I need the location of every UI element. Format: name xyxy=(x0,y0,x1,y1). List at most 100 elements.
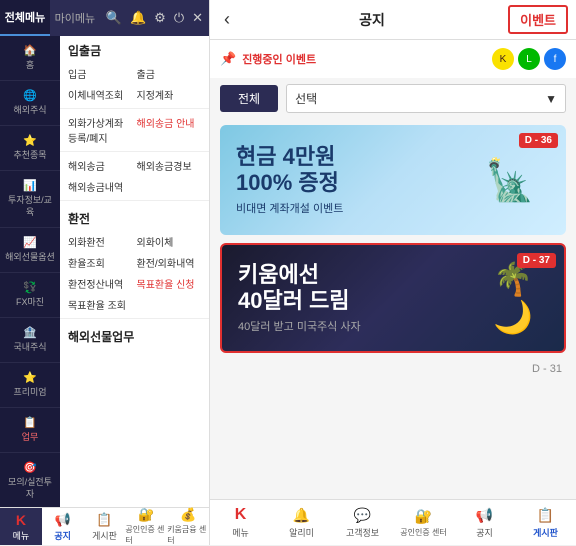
right-cert-icon: 🔐 xyxy=(415,508,432,525)
menu-row-exchange-rate: 환율조회 환전/외화내역 xyxy=(60,252,209,273)
left-nav-cert-label: 공인인증 센터 xyxy=(125,524,167,546)
left-sidebar: 🏠홈 🌐해외주식 ⭐추천종목 📊투자정보/교육 📈해외선물옵션 💱FX마진 🏦국… xyxy=(0,36,60,507)
left-nav-finance-label: 키움금융 센터 xyxy=(167,524,209,546)
search-icon[interactable]: 🔍 xyxy=(106,10,122,26)
menu-row-transfer-history: 이체내역조회 지정계좌 xyxy=(60,84,209,105)
menu-exchange-history[interactable]: 환전/외화내역 xyxy=(137,255,202,270)
menu-overseas-remit[interactable]: 해외송금 xyxy=(68,158,133,173)
sidebar-item-premium[interactable]: ⭐프리미엄 xyxy=(0,363,60,408)
menu-designated-account[interactable]: 지정계좌 xyxy=(137,87,202,102)
left-nav-notice-label: 공지 xyxy=(54,529,71,542)
menu-foreign-exchange[interactable]: 외화환전 xyxy=(68,234,133,249)
customer-icon: 💬 xyxy=(354,507,371,524)
menu-row-deposit: 입금 출금 xyxy=(60,63,209,84)
kakao-icon[interactable]: K xyxy=(492,48,514,70)
right-nav-customer[interactable]: 💬 고객정보 xyxy=(332,500,393,545)
filter-select[interactable]: 선택 ▼ xyxy=(286,84,566,113)
event-card-1-text: 현금 4만원100% 증정 비대면 계좌개설 이벤트 xyxy=(236,144,470,217)
left-nav-finance[interactable]: 💰 키움금융 센터 xyxy=(167,508,209,545)
left-nav-board-label: 게시판 xyxy=(92,529,117,542)
left-nav-menu-label: 메뉴 xyxy=(13,529,30,542)
left-nav-cert[interactable]: 🔐 공인인증 센터 xyxy=(125,508,167,545)
menu-withdraw[interactable]: 출금 xyxy=(137,66,202,81)
right-bottom-nav: K 메뉴 🔔 알리미 💬 고객정보 🔐 공인인증 센터 📢 공지 📋 게시판 xyxy=(210,499,576,545)
top-tabs: 전체메뉴 마이메뉴 🔍 🔔 ⚙ ⏻ ✕ xyxy=(0,0,209,36)
section-overseas-futures-biz: 해외선물업무 xyxy=(60,322,209,349)
left-nav-menu[interactable]: K 메뉴 xyxy=(0,508,42,545)
event-bookmark-icon: 📌 xyxy=(220,51,236,67)
right-nav-customer-label: 고객정보 xyxy=(346,526,379,539)
settings-icon[interactable]: ⚙ xyxy=(154,10,166,26)
sidebar-item-fx[interactable]: 💱FX마진 xyxy=(0,273,60,318)
event-button[interactable]: 이벤트 xyxy=(508,5,568,34)
left-nav-notice[interactable]: 📢 공지 xyxy=(42,508,84,545)
right-notice-icon: 📢 xyxy=(476,507,493,524)
social-icons-group: K L f xyxy=(492,48,566,70)
right-nav-cert[interactable]: 🔐 공인인증 센터 xyxy=(393,500,454,545)
menu-target-rate-check[interactable]: 목표환율 조회 xyxy=(68,297,201,312)
right-panel: ‹ 공지 이벤트 📌 진행중인 이벤트 K L f 전체 선택 ▼ 현금 4만원… xyxy=(210,0,576,545)
chevron-down-icon: ▼ xyxy=(545,92,557,106)
back-button[interactable]: ‹ xyxy=(218,9,236,30)
filter-all-button[interactable]: 전체 xyxy=(220,85,278,112)
menu-row-exchange-settle: 환전정산내역 목표환율 신청 xyxy=(60,273,209,294)
event-card-2-text: 키움에선40달러 드림 40달러 받고 미국주식 사자 xyxy=(238,262,478,335)
right-nav-board[interactable]: 📋 게시판 xyxy=(515,500,576,545)
menu-overseas-remit-history[interactable]: 해외송금내역 xyxy=(68,179,201,194)
sidebar-item-overseas-futures[interactable]: 📈해외선물옵션 xyxy=(0,228,60,273)
tab-my-menu[interactable]: 마이메뉴 xyxy=(50,0,100,36)
facebook-icon[interactable]: f xyxy=(544,48,566,70)
line-icon[interactable]: L xyxy=(518,48,540,70)
menu-row-overseas-remit: 해외송금 해외송금경보 xyxy=(60,155,209,176)
event-card-2-sub-text: 40달러 받고 미국주식 사자 xyxy=(238,318,478,334)
menu-foreign-virtual[interactable]: 외화가상계좌 등록/폐지 xyxy=(68,115,133,145)
right-nav-notice[interactable]: 📢 공지 xyxy=(454,500,515,545)
menu-row-foreign-exchange: 외화환전 외화이체 xyxy=(60,231,209,252)
event-card-2[interactable]: 키움에선40달러 드림 40달러 받고 미국주식 사자 🌴🌙 D - 37 xyxy=(220,243,566,353)
sidebar-item-overseas-stock[interactable]: 🌐해외주식 xyxy=(0,81,60,126)
left-nav-board[interactable]: 📋 게시판 xyxy=(84,508,126,545)
close-icon[interactable]: ✕ xyxy=(192,10,203,26)
d-31-label: D - 31 xyxy=(220,361,566,377)
event-card-1-d-badge: D - 36 xyxy=(519,133,558,148)
section-deposit-withdraw: 입출금 xyxy=(60,36,209,63)
sidebar-item-home[interactable]: 🏠홈 xyxy=(0,36,60,81)
right-board-icon: 📋 xyxy=(537,507,554,524)
event-section-label: 진행중인 이벤트 xyxy=(242,51,316,67)
sidebar-item-business[interactable]: 📋업무 xyxy=(0,408,60,453)
filter-row: 전체 선택 ▼ xyxy=(210,78,576,119)
tab-all-menu[interactable]: 전체메뉴 xyxy=(0,0,50,36)
menu-overseas-remit-guide[interactable]: 해외송금 안내 xyxy=(137,115,202,145)
menu-deposit[interactable]: 입금 xyxy=(68,66,133,81)
right-top-bar: ‹ 공지 이벤트 xyxy=(210,0,576,40)
sidebar-item-investment-info[interactable]: 📊투자정보/교육 xyxy=(0,171,60,228)
menu-exchange-settle[interactable]: 환전정산내역 xyxy=(68,276,133,291)
right-nav-menu[interactable]: K 메뉴 xyxy=(210,500,271,545)
event-card-2-d-badge: D - 37 xyxy=(517,253,556,268)
menu-exchange-rate[interactable]: 환율조회 xyxy=(68,255,133,270)
menu-transfer-history[interactable]: 이체내역조회 xyxy=(68,87,133,102)
left-nav: 🏠홈 🌐해외주식 ⭐추천종목 📊투자정보/교육 📈해외선물옵션 💱FX마진 🏦국… xyxy=(0,36,209,507)
right-nav-cert-label: 공인인증 센터 xyxy=(400,527,446,538)
menu-overseas-remit-alert[interactable]: 해외송금경보 xyxy=(137,158,202,173)
menu-foreign-transfer[interactable]: 외화이체 xyxy=(137,234,202,249)
sidebar-item-domestic-stock[interactable]: 🏦국내주식 xyxy=(0,318,60,363)
event-card-1-main-text: 현금 4만원100% 증정 xyxy=(236,144,470,197)
menu-target-rate-apply[interactable]: 목표환율 신청 xyxy=(137,276,202,291)
event-card-1[interactable]: 현금 4만원100% 증정 비대면 계좌개설 이벤트 🗽 D - 36 xyxy=(220,125,566,235)
right-nav-alert[interactable]: 🔔 알리미 xyxy=(271,500,332,545)
sidebar-item-recommend[interactable]: ⭐추천종목 xyxy=(0,126,60,171)
power-icon[interactable]: ⏻ xyxy=(174,10,184,26)
event-section-header: 📌 진행중인 이벤트 K L f xyxy=(210,40,576,78)
finance-icon: 💰 xyxy=(180,507,196,523)
right-kiwoom-logo-icon: K xyxy=(235,506,247,524)
top-icons-bar: 🔍 🔔 ⚙ ⏻ ✕ xyxy=(100,0,209,36)
kiwoom-logo-icon: K xyxy=(16,512,26,528)
right-nav-notice-label: 공지 xyxy=(476,526,493,539)
bell-icon[interactable]: 🔔 xyxy=(130,10,146,26)
right-nav-alert-label: 알리미 xyxy=(289,526,314,539)
left-panel: 전체메뉴 마이메뉴 🔍 🔔 ⚙ ⏻ ✕ 🏠홈 🌐해외주식 ⭐추천종목 📊투자정보… xyxy=(0,0,210,545)
sidebar-item-mock-invest[interactable]: 🎯모의/실전투자 xyxy=(0,453,60,507)
section-exchange: 환전 xyxy=(60,204,209,231)
right-panel-title: 공지 xyxy=(236,10,508,30)
